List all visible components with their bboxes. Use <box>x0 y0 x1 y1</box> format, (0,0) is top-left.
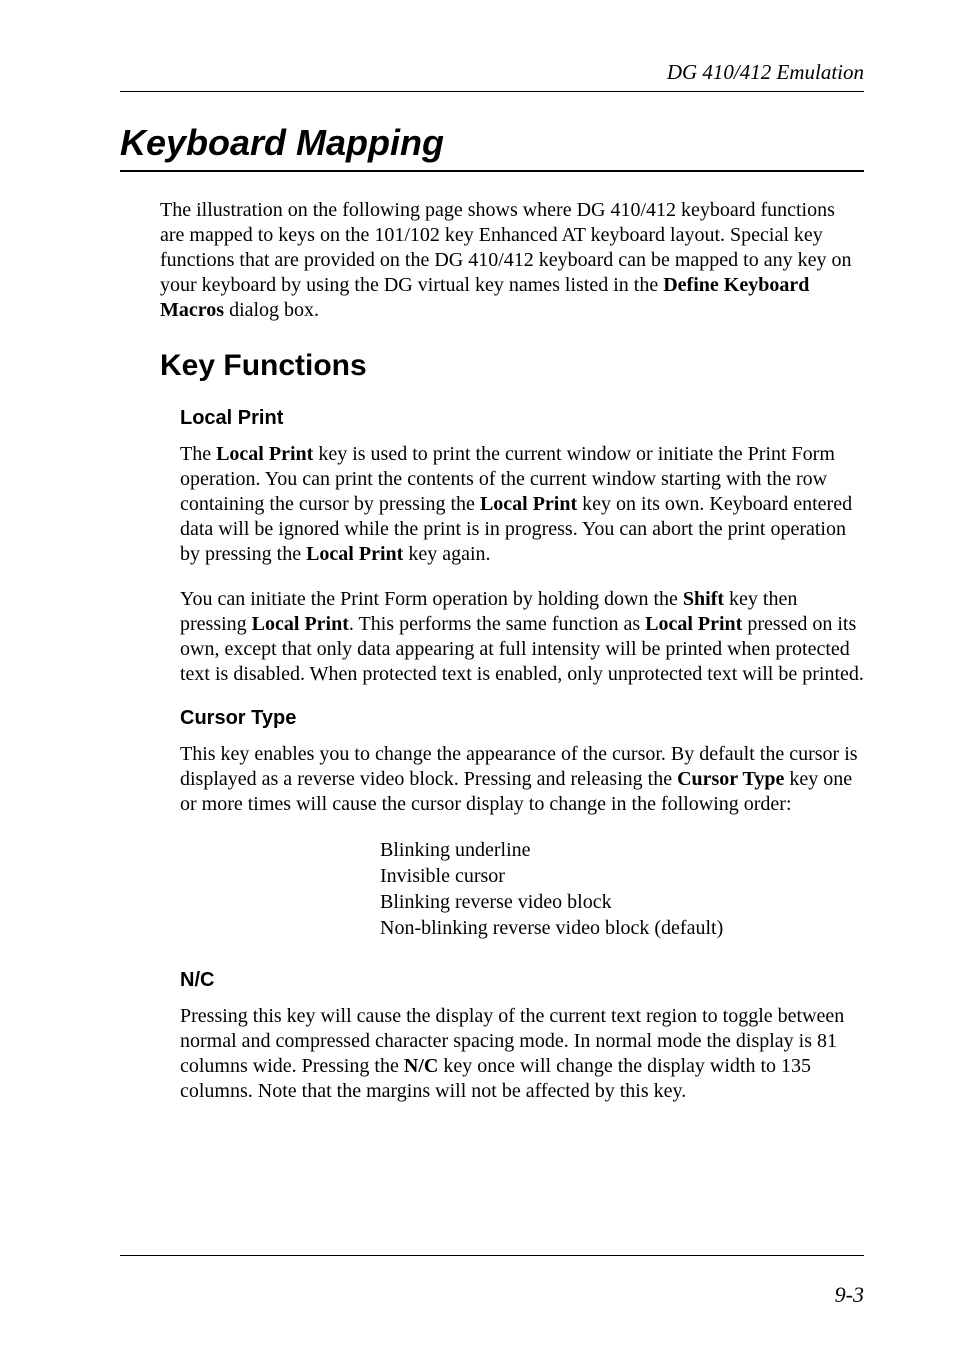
bold-text: Local Print <box>306 543 403 565</box>
list-item: Blinking reverse video block <box>380 889 864 915</box>
bold-text: Local Print <box>252 613 349 635</box>
cursor-type-p1: This key enables you to change the appea… <box>180 742 864 817</box>
running-header: DG 410/412 Emulation <box>120 60 864 85</box>
nc-p1: Pressing this key will cause the display… <box>180 1004 864 1104</box>
heading-local-print: Local Print <box>180 407 864 430</box>
chapter-rule <box>120 170 864 172</box>
chapter-title: Keyboard Mapping <box>120 122 864 164</box>
list-item: Blinking underline <box>380 837 864 863</box>
list-item: Non-blinking reverse video block (defaul… <box>380 915 864 941</box>
local-print-p1: The Local Print key is used to print the… <box>180 442 864 567</box>
bold-text: Local Print <box>480 493 577 515</box>
list-item: Invisible cursor <box>380 863 864 889</box>
heading-nc: N/C <box>180 969 864 992</box>
content-block: The illustration on the following page s… <box>120 198 864 1104</box>
intro-paragraph: The illustration on the following page s… <box>160 198 864 323</box>
text: key again. <box>403 543 490 565</box>
heading-cursor-type: Cursor Type <box>180 707 864 730</box>
bold-text: Cursor Type <box>677 768 784 790</box>
section-heading-key-functions: Key Functions <box>160 349 864 383</box>
text: You can initiate the Print Form operatio… <box>180 588 683 610</box>
subsections: Local Print The Local Print key is used … <box>160 407 864 1104</box>
bold-text: Shift <box>683 588 724 610</box>
page: DG 410/412 Emulation Keyboard Mapping Th… <box>0 0 954 1354</box>
local-print-p2: You can initiate the Print Form operatio… <box>180 587 864 687</box>
bold-text: Local Print <box>645 613 742 635</box>
text: . This performs the same function as <box>349 613 645 635</box>
text: dialog box. <box>224 299 319 321</box>
footer-rule <box>120 1255 864 1256</box>
text: The <box>180 443 216 465</box>
page-number: 9-3 <box>835 1282 864 1308</box>
bold-text: Local Print <box>216 443 313 465</box>
header-rule <box>120 91 864 92</box>
bold-text: N/C <box>404 1055 438 1077</box>
cursor-type-list: Blinking underline Invisible cursor Blin… <box>380 837 864 941</box>
